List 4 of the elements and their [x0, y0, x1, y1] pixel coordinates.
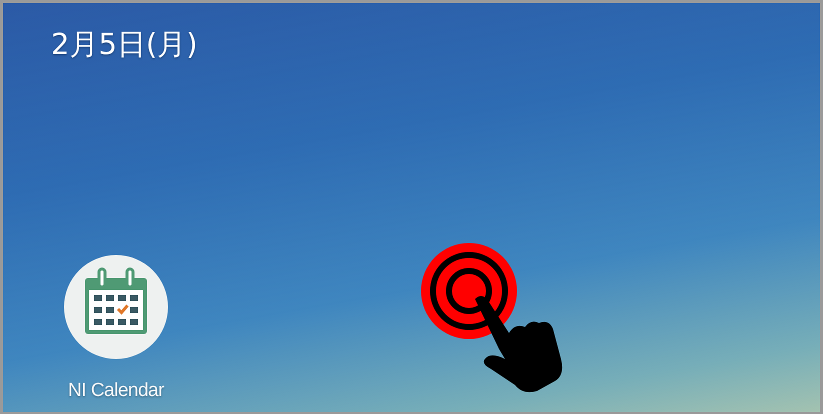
- app-label: NI Calendar: [68, 380, 164, 402]
- calendar-icon[interactable]: [63, 254, 169, 360]
- tap-gesture-icon: [419, 241, 565, 395]
- date-text: 2月5日(月): [51, 26, 199, 63]
